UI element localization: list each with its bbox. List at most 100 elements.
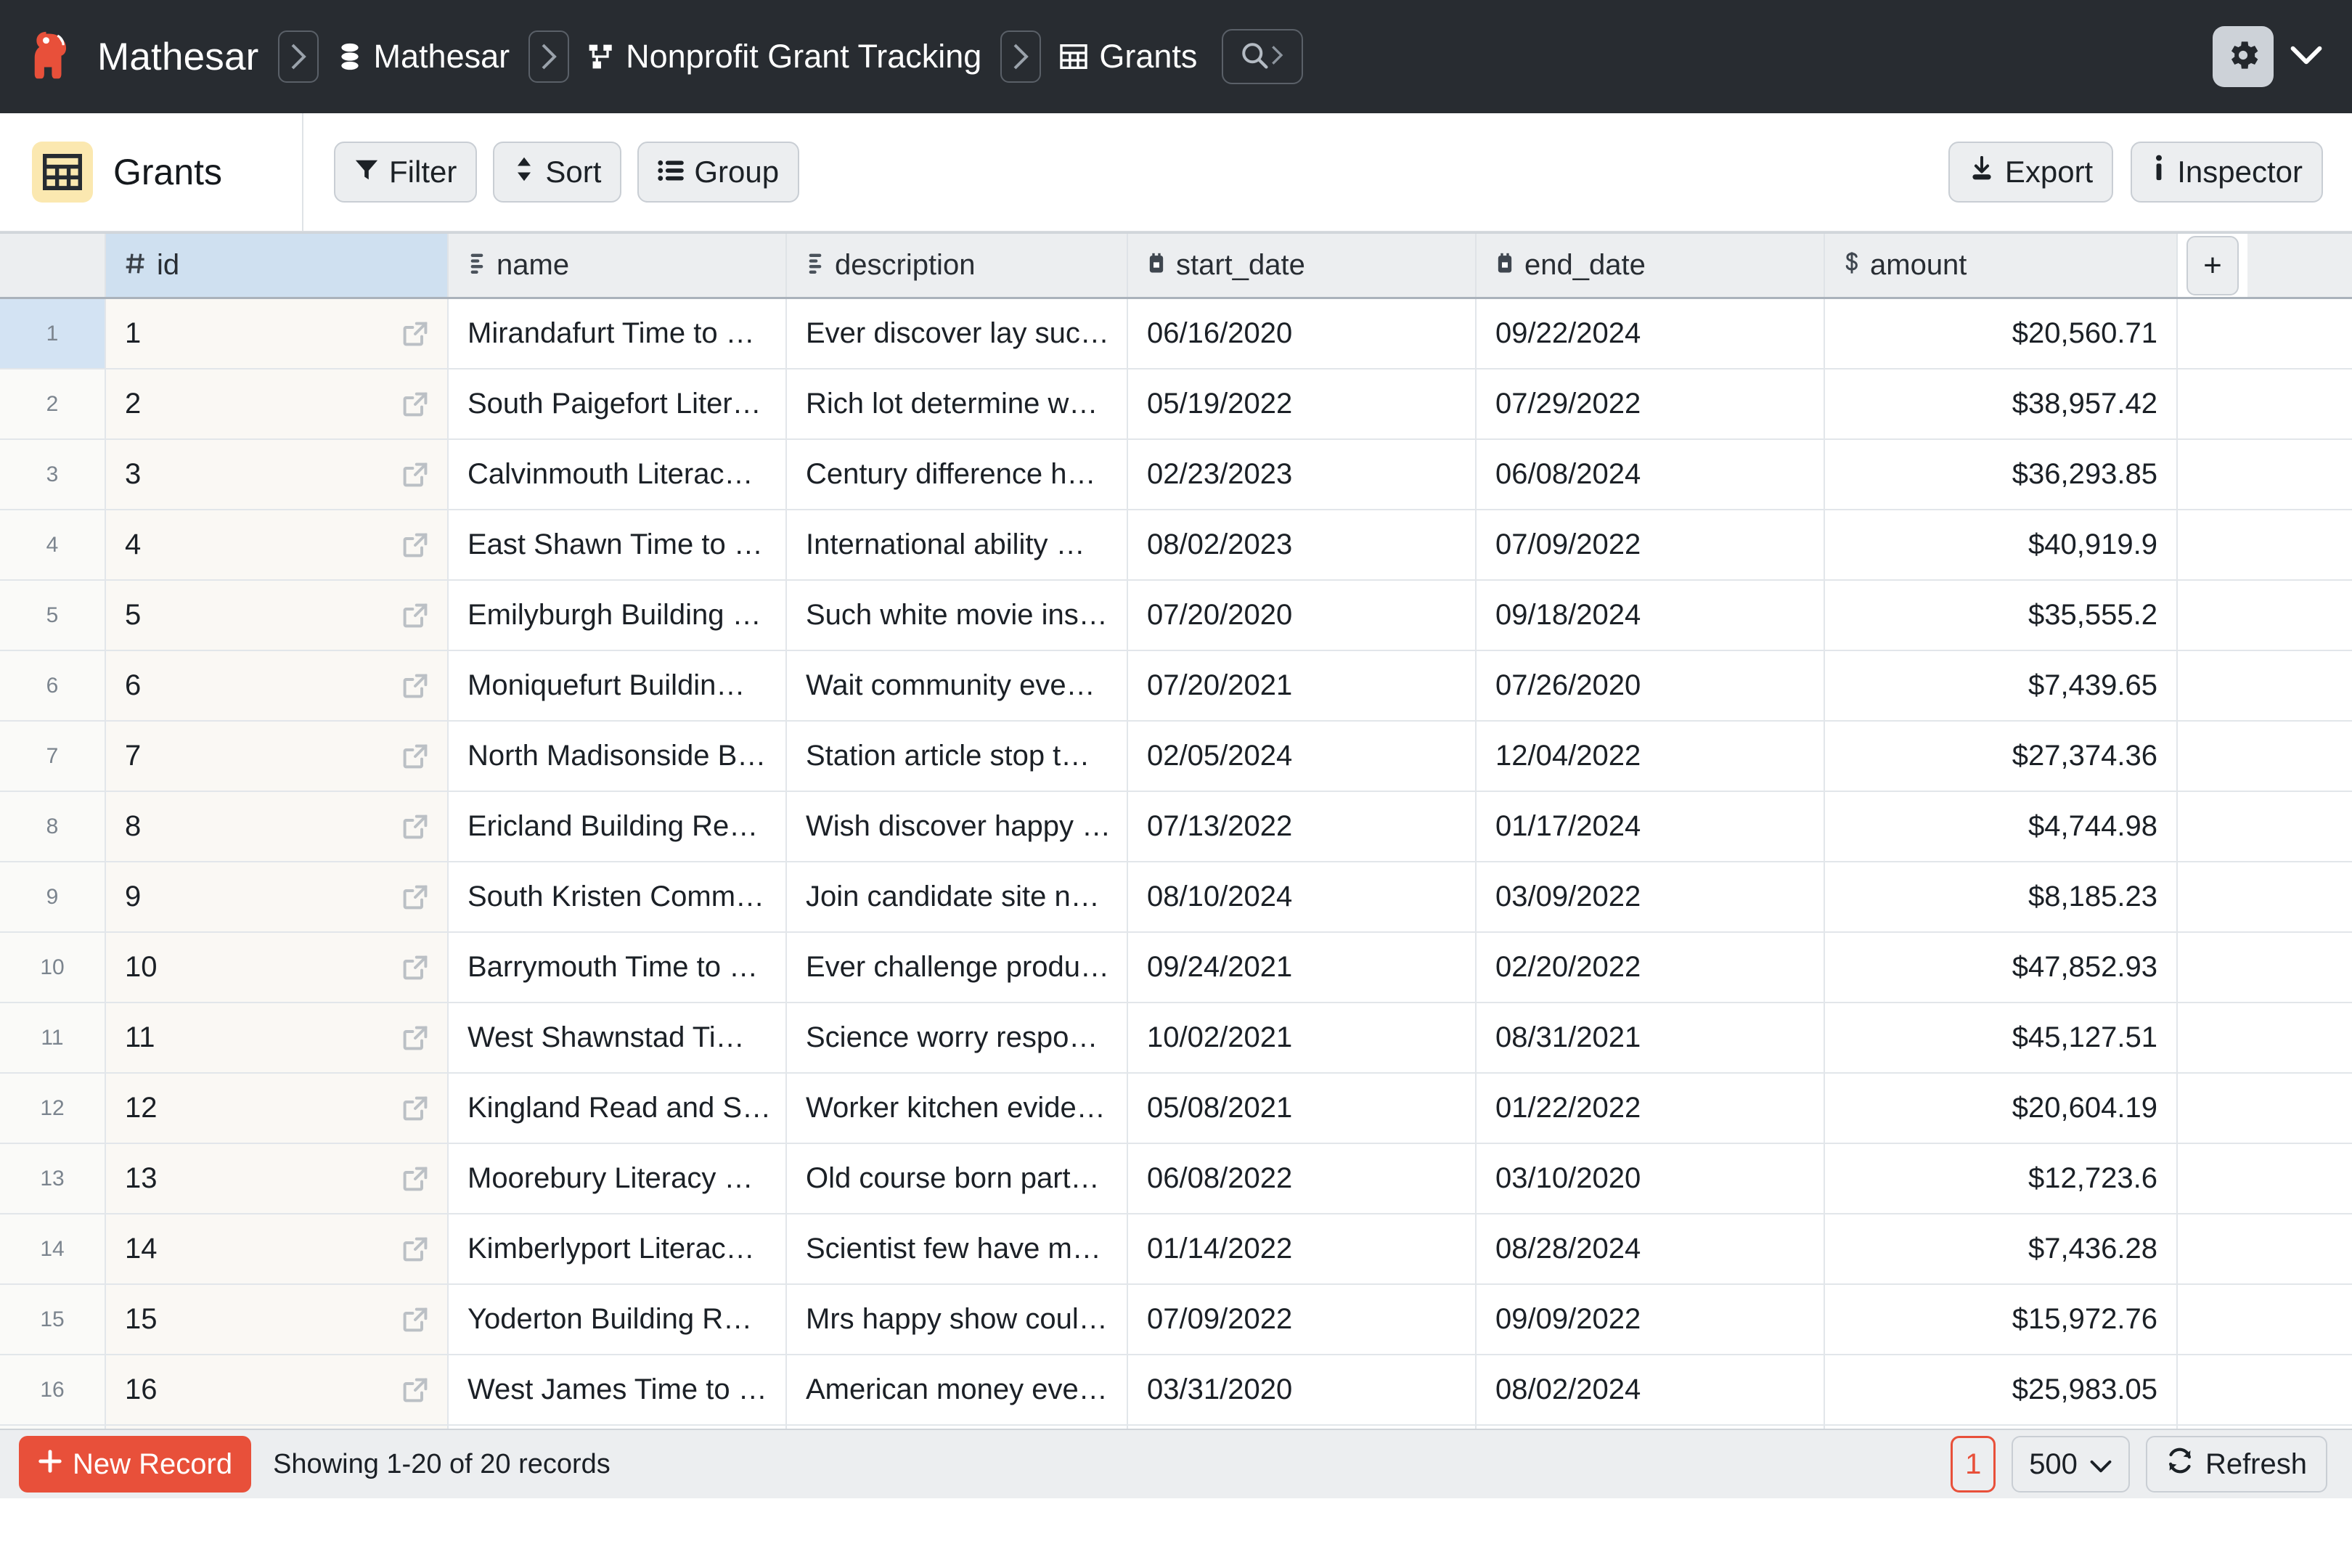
cell-start-date[interactable]: 05/19/2022 [1128, 369, 1477, 438]
cell-end-date[interactable]: 09/09/2022 [1477, 1285, 1825, 1354]
cell-end-date[interactable]: 01/17/2024 [1477, 792, 1825, 861]
cell-end-date[interactable]: 03/09/2022 [1477, 862, 1825, 931]
open-record-icon[interactable] [402, 1166, 428, 1192]
cell-id[interactable]: 1 [106, 299, 449, 368]
cell-name[interactable]: Mirandafurt Time to … [449, 299, 787, 368]
cell-end-date[interactable]: 06/08/2024 [1477, 440, 1825, 509]
cell-amount[interactable]: $7,439.65 [1825, 651, 2178, 720]
cell-amount[interactable]: $36,293.85 [1825, 440, 2178, 509]
search-button[interactable] [1222, 29, 1304, 84]
table-row[interactable]: 3 3 Calvinmouth Literac… Century difference… [0, 440, 2352, 510]
table-row[interactable]: 14 14 Kimberlyport Literac… Scientist few h… [0, 1214, 2352, 1285]
cell-start-date[interactable]: 06/16/2020 [1128, 299, 1477, 368]
cell-amount[interactable]: $38,957.42 [1825, 369, 2178, 438]
column-header-description[interactable]: description [787, 234, 1128, 297]
cell-end-date[interactable]: 07/09/2022 [1477, 510, 1825, 579]
cell-start-date[interactable]: 07/13/2022 [1128, 792, 1477, 861]
cell-amount[interactable]: $15,972.76 [1825, 1285, 2178, 1354]
cell-id[interactable]: 16 [106, 1355, 449, 1424]
table-row[interactable]: 10 10 Barrymouth Time to … Ever challenge p… [0, 933, 2352, 1003]
cell-start-date[interactable]: 07/20/2020 [1128, 581, 1477, 650]
open-record-icon[interactable] [402, 603, 428, 629]
cell-end-date[interactable]: 08/28/2024 [1477, 1214, 1825, 1283]
cell-description[interactable]: International ability … [787, 510, 1128, 579]
table-row[interactable]: 1 1 Mirandafurt Time to … Ever discover lay… [0, 299, 2352, 369]
cell-id[interactable]: 2 [106, 369, 449, 438]
cell-name[interactable]: East Shawn Time to … [449, 510, 787, 579]
cell-amount[interactable]: $8,185.23 [1825, 862, 2178, 931]
settings-caret-button[interactable] [2290, 44, 2323, 70]
filter-button[interactable]: Filter [334, 142, 478, 203]
column-header-name[interactable]: name [449, 234, 787, 297]
cell-description[interactable]: Mrs happy show coul… [787, 1285, 1128, 1354]
cell-start-date[interactable]: 03/31/2020 [1128, 1355, 1477, 1424]
cell-amount[interactable]: $25,983.05 [1825, 1355, 2178, 1424]
table-row[interactable]: 7 7 North Madisonside B… Station article st… [0, 722, 2352, 792]
table-row[interactable]: 9 9 South Kristen Comm… Join candidate site… [0, 862, 2352, 933]
cell-amount[interactable]: $27,374.36 [1825, 722, 2178, 791]
open-record-icon[interactable] [402, 1377, 428, 1403]
cell-end-date[interactable]: 02/20/2022 [1477, 933, 1825, 1002]
cell-amount[interactable]: $20,604.19 [1825, 1074, 2178, 1143]
open-record-icon[interactable] [402, 743, 428, 769]
column-header-end-date[interactable]: end_date [1477, 234, 1825, 297]
cell-name[interactable]: Moorebury Literacy … [449, 1144, 787, 1213]
open-record-icon[interactable] [402, 532, 428, 558]
column-header-start-date[interactable]: start_date [1128, 234, 1477, 297]
cell-amount[interactable]: $40,919.9 [1825, 510, 2178, 579]
cell-start-date[interactable]: 07/20/2021 [1128, 651, 1477, 720]
open-record-icon[interactable] [402, 462, 428, 488]
cell-amount[interactable]: $45,127.51 [1825, 1003, 2178, 1072]
open-record-icon[interactable] [402, 955, 428, 981]
cell-description[interactable]: Wish discover happy … [787, 792, 1128, 861]
sort-button[interactable]: Sort [493, 142, 622, 203]
cell-start-date[interactable]: 10/02/2021 [1128, 1003, 1477, 1072]
cell-start-date[interactable]: 08/02/2023 [1128, 510, 1477, 579]
cell-name[interactable]: South Kristen Comm… [449, 862, 787, 931]
cell-description[interactable]: Century difference h… [787, 440, 1128, 509]
cell-name[interactable]: West Shawnstad Ti… [449, 1003, 787, 1072]
cell-id[interactable]: 9 [106, 862, 449, 931]
breadcrumb-schema[interactable]: Nonprofit Grant Tracking [588, 38, 981, 75]
cell-name[interactable]: Moniquefurt Buildin… [449, 651, 787, 720]
cell-id[interactable]: 4 [106, 510, 449, 579]
settings-button[interactable] [2213, 26, 2274, 87]
cell-end-date[interactable]: 09/18/2024 [1477, 581, 1825, 650]
cell-id[interactable]: 15 [106, 1285, 449, 1354]
cell-description[interactable]: Join candidate site n… [787, 862, 1128, 931]
add-column-button[interactable]: + [2178, 234, 2247, 297]
refresh-button[interactable]: Refresh [2145, 1436, 2327, 1493]
open-record-icon[interactable] [402, 673, 428, 699]
cell-description[interactable]: Science worry respo… [787, 1003, 1128, 1072]
cell-id[interactable]: 14 [106, 1214, 449, 1283]
cell-start-date[interactable]: 09/24/2021 [1128, 933, 1477, 1002]
group-button[interactable]: Group [637, 142, 800, 203]
cell-description[interactable]: Wait community eve… [787, 651, 1128, 720]
brand-home-link[interactable]: Mathesar [23, 26, 259, 87]
cell-id[interactable]: 11 [106, 1003, 449, 1072]
table-row[interactable]: 8 8 Ericland Building Re… Wish discover hap… [0, 792, 2352, 862]
table-row[interactable]: 16 16 West James Time to … American money e… [0, 1355, 2352, 1426]
open-record-icon[interactable] [402, 1025, 428, 1051]
inspector-button[interactable]: Inspector [2131, 142, 2323, 203]
cell-start-date[interactable]: 08/10/2024 [1128, 862, 1477, 931]
cell-amount[interactable]: $47,852.93 [1825, 933, 2178, 1002]
cell-amount[interactable]: $20,560.71 [1825, 299, 2178, 368]
cell-amount[interactable]: $4,744.98 [1825, 792, 2178, 861]
cell-start-date[interactable]: 02/05/2024 [1128, 722, 1477, 791]
page-number-input[interactable]: 1 [1951, 1436, 1996, 1493]
cell-description[interactable]: Scientist few have m… [787, 1214, 1128, 1283]
cell-end-date[interactable]: 09/22/2024 [1477, 299, 1825, 368]
cell-description[interactable]: Such white movie ins… [787, 581, 1128, 650]
cell-name[interactable]: South Paigefort Liter… [449, 369, 787, 438]
cell-description[interactable]: Station article stop t… [787, 722, 1128, 791]
open-record-icon[interactable] [402, 1236, 428, 1262]
cell-id[interactable]: 6 [106, 651, 449, 720]
open-record-icon[interactable] [402, 814, 428, 840]
cell-name[interactable]: North Madisonside B… [449, 722, 787, 791]
cell-description[interactable]: Ever challenge produ… [787, 933, 1128, 1002]
cell-name[interactable]: Barrymouth Time to … [449, 933, 787, 1002]
cell-id[interactable]: 13 [106, 1144, 449, 1213]
open-record-icon[interactable] [402, 1307, 428, 1333]
cell-amount[interactable]: $7,436.28 [1825, 1214, 2178, 1283]
